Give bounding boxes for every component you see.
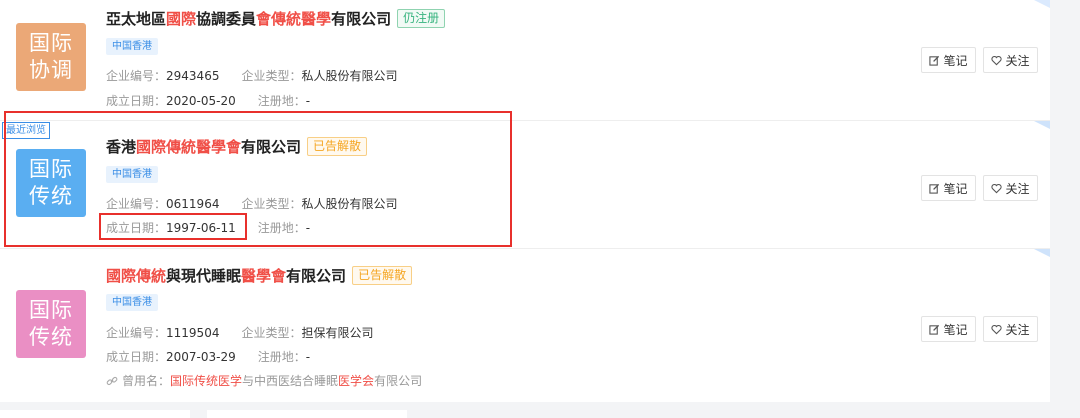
follow-button[interactable]: 关注 xyxy=(983,47,1038,73)
type-label: 企业类型： xyxy=(241,69,302,83)
company-title[interactable]: 亞太地區 國際 協調委員 會傳統醫學 有限公司 仍注册 xyxy=(106,8,446,29)
region-tag: 中国香港 xyxy=(106,294,158,311)
former-name-highlight: 国际传统医学 xyxy=(170,374,243,388)
status-badge: 仍注册 xyxy=(397,9,446,28)
corner-mark-icon xyxy=(1034,0,1050,8)
former-name-part: 与中西医结合睡眠 xyxy=(242,374,339,388)
note-button[interactable]: 笔记 xyxy=(921,316,976,342)
reg-no-label: 企业编号： xyxy=(106,326,167,340)
info-row: 企业编号：2943465 企业类型：私人股份有限公司 xyxy=(106,67,398,84)
corner-mark-icon xyxy=(1034,121,1050,129)
place-label: 注册地： xyxy=(257,350,306,364)
title-part: 有限公司 xyxy=(331,10,392,28)
title-part: 有限公司 xyxy=(286,267,347,285)
logo-line-1: 国际 xyxy=(29,31,73,55)
type-value: 私人股份有限公司 xyxy=(301,69,398,83)
date-value: 2020-05-20 xyxy=(166,94,236,108)
note-label: 笔记 xyxy=(943,53,968,68)
company-logo: 国际 传统 xyxy=(16,290,86,358)
place-label: 注册地： xyxy=(257,94,306,108)
link-icon xyxy=(106,376,118,386)
heart-icon xyxy=(991,324,1003,334)
edit-note-icon xyxy=(929,324,940,335)
note-label: 笔记 xyxy=(943,322,968,337)
logo-line-2: 协调 xyxy=(29,58,73,82)
reg-no-value: 1119504 xyxy=(166,326,220,340)
edit-note-icon xyxy=(929,183,940,194)
reg-no-value: 2943465 xyxy=(166,69,220,83)
note-button[interactable]: 笔记 xyxy=(921,47,976,73)
title-part: 亞太地區 xyxy=(106,10,167,28)
former-name-part: 有限公司 xyxy=(374,374,423,388)
title-part: 協調委員 xyxy=(196,10,257,28)
highlight-box-date xyxy=(99,213,247,240)
follow-label: 关注 xyxy=(1005,53,1030,68)
status-badge: 已告解散 xyxy=(352,266,413,285)
follow-label: 关注 xyxy=(1005,181,1030,196)
corner-mark-icon xyxy=(1034,249,1050,257)
highlight-box-card xyxy=(4,111,512,247)
place-value: - xyxy=(305,350,311,364)
former-name-row: 曾用名：国际传统医学与中西医结合睡眠医学会有限公司 xyxy=(106,372,422,389)
company-card[interactable]: 国际 传统 國際傳統 與現代睡眠 醫學會 有限公司 已告解散 中国香港 企业编号：11… xyxy=(0,249,1050,402)
title-highlight: 國際 xyxy=(166,10,197,28)
place-value: - xyxy=(305,94,311,108)
heart-icon xyxy=(991,55,1003,65)
follow-button[interactable]: 关注 xyxy=(983,316,1038,342)
former-name-highlight: 医学会 xyxy=(338,374,375,388)
info-row: 成立日期：2020-05-20 注册地：- xyxy=(106,92,310,109)
title-highlight: 醫學會 xyxy=(241,267,287,285)
date-value: 2007-03-29 xyxy=(166,350,236,364)
region-tag: 中国香港 xyxy=(106,38,158,55)
logo-line-2: 传统 xyxy=(29,325,73,349)
title-part: 與現代睡眠 xyxy=(166,267,242,285)
title-highlight: 國際傳統 xyxy=(106,267,167,285)
note-label: 笔记 xyxy=(943,181,968,196)
type-value: 担保有限公司 xyxy=(301,326,374,340)
note-button[interactable]: 笔记 xyxy=(921,175,976,201)
search-results-panel: 国际 协调 亞太地區 國際 協調委員 會傳統醫學 有限公司 仍注册 中国香港 企业编号：… xyxy=(0,0,1050,402)
title-highlight: 會傳統醫學 xyxy=(256,10,332,28)
follow-button[interactable]: 关注 xyxy=(983,175,1038,201)
date-label: 成立日期： xyxy=(106,94,167,108)
date-label: 成立日期： xyxy=(106,350,167,364)
company-card[interactable]: 国际 协调 亞太地區 國際 協調委員 會傳統醫學 有限公司 仍注册 中国香港 企业编号：… xyxy=(0,0,1050,121)
edit-note-icon xyxy=(929,55,940,66)
bottom-tab[interactable] xyxy=(0,410,190,418)
logo-line-1: 国际 xyxy=(29,298,73,322)
info-row: 企业编号：1119504 企业类型：担保有限公司 xyxy=(106,324,374,341)
reg-no-label: 企业编号： xyxy=(106,69,167,83)
type-label: 企业类型： xyxy=(241,326,302,340)
company-title[interactable]: 國際傳統 與現代睡眠 醫學會 有限公司 已告解散 xyxy=(106,265,413,286)
former-name-label: 曾用名： xyxy=(122,374,171,388)
company-logo: 国际 协调 xyxy=(16,23,86,91)
heart-icon xyxy=(991,183,1003,193)
info-row: 成立日期：2007-03-29 注册地：- xyxy=(106,348,310,365)
follow-label: 关注 xyxy=(1005,322,1030,337)
bottom-tab[interactable] xyxy=(207,410,407,418)
